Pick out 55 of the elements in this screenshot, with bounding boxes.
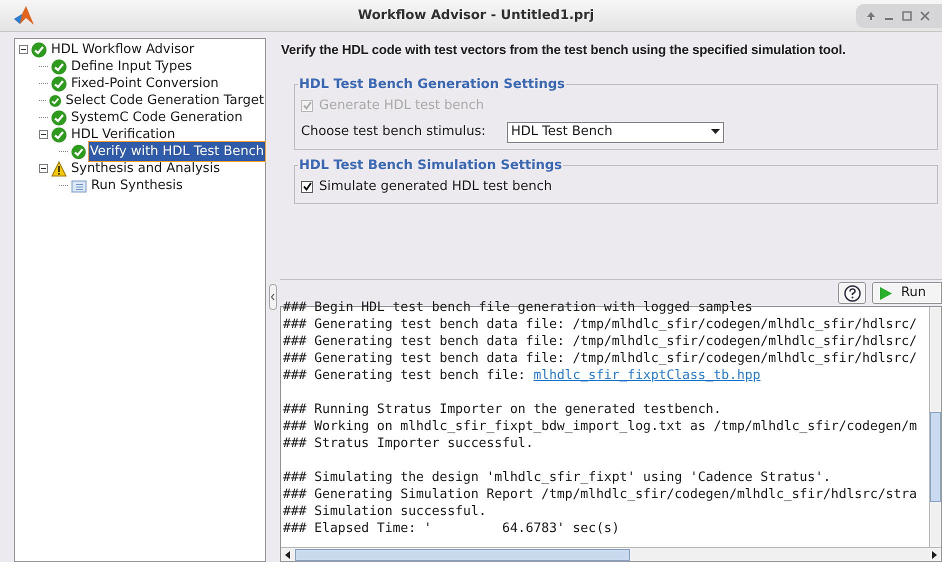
checkbox[interactable] [301,180,313,193]
help-button[interactable] [838,282,866,304]
vertical-scrollbar[interactable] [929,307,941,547]
stimulus-dropdown[interactable]: HDL Test Bench [507,122,724,142]
file-link[interactable]: mlhdlc_sfir_fixptClass_tb.hpp [533,368,760,383]
collapse-handle[interactable] [269,284,277,310]
check-circle-icon [51,126,67,142]
tree-item[interactable]: HDL Verification [70,124,176,144]
checkbox-label: Simulate generated HDL test bench [319,178,552,196]
collapse-toggle[interactable] [39,164,48,173]
log-line: ### Running Stratus Importer on the generated testbench. [283,401,722,418]
task-icon [71,178,87,194]
check-circle-icon [31,42,47,58]
play-icon [879,286,893,300]
tree-item[interactable]: Select Code Generation Target [64,90,265,110]
log-line: ### Stratus Importer successful. [283,435,534,452]
log-line: ### Working on mlhdlc_sfir_fixpt_bdw_import_log.txt as /tmp/mlhdlc_sfir/codegen/m [283,418,917,435]
log-line: ### Generating test bench data file: /tmp/mlhdlc_sfir/codegen/mlhdlc_sfir/hdlsrc/ [283,333,917,350]
log-line: ### Generating Simulation Report /tmp/mlhdlc_sfir/codegen/mlhdlc_sfir/hdlsrc/stra [283,486,917,503]
checkbox-label: Generate HDL test bench [319,97,484,115]
app-logo-icon [12,4,36,26]
log-line: ### Simulation successful. [283,503,486,520]
check-circle-icon [51,58,67,74]
tree-item[interactable]: SystemC Code Generation [70,108,244,128]
warning-icon [51,160,67,176]
tree-item[interactable]: Fixed-Point Conversion [70,74,220,94]
horizontal-scrollbar[interactable] [281,547,941,561]
check-circle-icon [51,76,67,92]
tree-item[interactable]: Verify with HDL Test Bench [88,142,265,162]
tree-item[interactable]: Run Synthesis [90,176,184,196]
group-title: HDL Test Bench Simulation Settings [298,156,563,174]
window-title: Workflow Advisor - Untitled1.prj [358,6,594,25]
log-line: ### Begin HDL test bench file generation with logged samples [283,299,753,316]
shade-icon[interactable] [866,10,876,20]
run-button[interactable]: Run [872,282,942,304]
group-title: HDL Test Bench Generation Settings [298,76,566,94]
task-description: Verify the HDL code with test vectors from the test bench using the specified simulation tool. [280,41,847,59]
tree-item[interactable]: HDL Workflow Advisor [50,40,196,60]
log-line: ### Generating test bench data file: /tmp/mlhdlc_sfir/codegen/mlhdlc_sfir/hdlsrc/ [283,316,917,333]
field-label: Choose test bench stimulus: [301,123,487,142]
log-line: ### Generating test bench data file: /tmp/mlhdlc_sfir/codegen/mlhdlc_sfir/hdlsrc/ [283,350,917,367]
tree-item[interactable]: Synthesis and Analysis [70,158,221,178]
collapse-toggle[interactable] [39,130,48,139]
close-icon[interactable] [920,10,930,20]
caret-icon [711,129,720,135]
tree-item[interactable]: Define Input Types [70,56,193,76]
log-line: ### Simulating the design 'mlhdlc_sfir_fixpt' using 'Cadence Stratus'. [283,469,831,486]
help-icon [844,284,860,302]
log-line: ### Generating test bench file: mlhdlc_sfir_fixptClass_tb.hpp [283,367,760,384]
log-line: ### Elapsed Time: ' 64.6783' sec(s) [283,520,620,537]
check-circle-icon [51,110,67,126]
collapse-toggle[interactable] [19,45,28,54]
maximize-icon[interactable] [902,10,912,20]
check-circle-icon [70,144,86,160]
check-circle-icon [49,92,62,108]
